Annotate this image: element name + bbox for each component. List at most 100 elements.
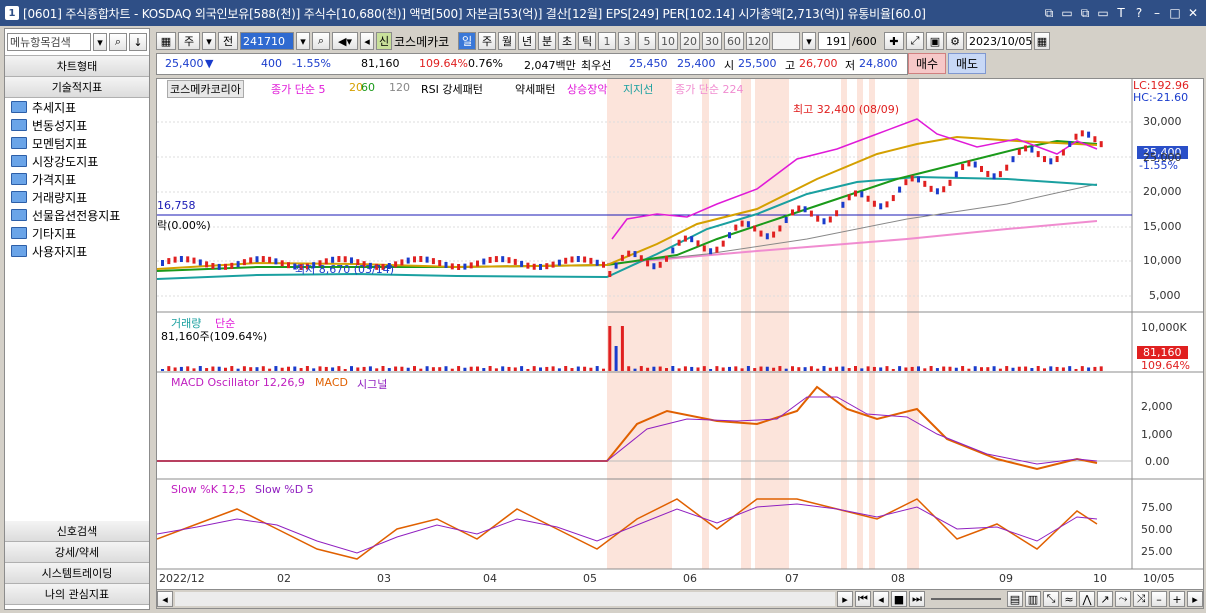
volume-bar [293, 366, 297, 371]
settings-gear-icon[interactable]: ⚙ [946, 32, 964, 50]
zoom-in-icon[interactable]: + [1169, 591, 1185, 607]
close-button[interactable]: ✕ [1184, 4, 1202, 22]
volume-bar [444, 366, 448, 371]
interval-60-button[interactable]: 60 [724, 32, 744, 50]
sidebar-item-4[interactable]: 가격지표 [5, 170, 149, 188]
my-indicators-button[interactable]: 나의 관심지표 [5, 584, 149, 605]
restore-icon[interactable]: ⧉ [1040, 4, 1058, 22]
signal-search-button[interactable]: 신호검색 [5, 521, 149, 542]
first-icon[interactable]: ⏮ [855, 591, 871, 607]
volume-bar [438, 367, 442, 371]
interval-30-button[interactable]: 30 [702, 32, 722, 50]
bull-bear-button[interactable]: 강세/약세 [5, 542, 149, 563]
sell-button[interactable]: 매도 [948, 53, 986, 74]
zoom-slider[interactable] [931, 598, 1001, 600]
stock-code-input[interactable]: 241710 [240, 32, 294, 50]
stock-prev-icon[interactable]: ◂ [360, 32, 374, 50]
scroll-right-icon[interactable]: ▸ [837, 591, 853, 607]
sidebar-item-6[interactable]: 선물옵션전용지표 [5, 206, 149, 224]
play-back-icon[interactable]: ◂ [873, 591, 889, 607]
sidebar-item-1[interactable]: 변동성지표 [5, 116, 149, 134]
chart-type-header[interactable]: 차트형태 [5, 56, 149, 77]
window-icon[interactable]: ▭ [1058, 4, 1076, 22]
turnover-rate: 0.76% [468, 57, 503, 70]
volume-bar [406, 367, 410, 371]
all-button[interactable]: 전 [218, 32, 238, 50]
menu-search-input[interactable]: 메뉴항목검색 [7, 33, 91, 51]
search-dropdown-icon[interactable]: ▾ [93, 33, 107, 51]
tool-icon-4[interactable]: ≈ [1061, 591, 1077, 607]
tool-icon-1[interactable]: ▤ [1007, 591, 1023, 607]
search-icon[interactable]: ⌕ [109, 33, 127, 51]
market-type-select[interactable]: 주 [178, 32, 200, 50]
custom-interval-input[interactable] [772, 32, 800, 50]
cascade-icon[interactable]: ⧉ [1076, 4, 1094, 22]
minimize-button[interactable]: – [1148, 4, 1166, 22]
tool-icon-5[interactable]: ⋀ [1079, 591, 1095, 607]
tool-icon-8[interactable]: ⤨ [1133, 591, 1149, 607]
interval-10-button[interactable]: 10 [658, 32, 678, 50]
market-type-dropdown-icon[interactable]: ▾ [202, 32, 216, 50]
interval-20-button[interactable]: 20 [680, 32, 700, 50]
period-second-button[interactable]: 초 [558, 32, 576, 50]
custom-interval-dropdown-icon[interactable]: ▾ [802, 32, 816, 50]
volume-bar [513, 367, 517, 371]
tool-icon-7[interactable]: ⤳ [1115, 591, 1131, 607]
sidebar-item-5[interactable]: 거래량지표 [5, 188, 149, 206]
crosshair-icon[interactable]: ✚ [884, 32, 904, 50]
tool-icon-3[interactable]: ⤡ [1043, 591, 1059, 607]
interval-5-button[interactable]: 5 [638, 32, 656, 50]
display-count-input[interactable]: 191 [818, 32, 850, 50]
new-button[interactable]: 신 [376, 32, 392, 50]
sidebar-item-0[interactable]: 추세지표 [5, 98, 149, 116]
maximize-button[interactable]: □ [1166, 4, 1184, 22]
chart-canvas[interactable] [157, 79, 1203, 595]
volume-bar [759, 366, 763, 371]
date-input[interactable]: 2023/10/05 [966, 32, 1032, 50]
volume-bar [917, 366, 920, 371]
volume-bar [847, 368, 851, 371]
frame-icon[interactable]: ▭ [1094, 4, 1112, 22]
sidebar-item-7[interactable]: 기타지표 [5, 224, 149, 242]
sidebar-item-8[interactable]: 사용자지표 [5, 242, 149, 260]
candle [551, 261, 555, 268]
interval-1-button[interactable]: 1 [598, 32, 616, 50]
stock-code-dropdown-icon[interactable]: ▾ [296, 32, 310, 50]
candle [872, 200, 876, 207]
help-icon[interactable]: ? [1130, 4, 1148, 22]
download-icon[interactable]: ↓ [129, 33, 147, 51]
chart-scrollbar[interactable]: ◂ ▸ ⏮ ◂ ■ ⏭ ▤ ▥ ⤡ ≈ ⋀ ↗ ⤳ ⤨ – + ▸ [156, 589, 1204, 609]
system-trading-button[interactable]: 시스템트레이딩 [5, 563, 149, 584]
last-icon[interactable]: ⏭ [909, 591, 925, 607]
period-year-button[interactable]: 년 [518, 32, 536, 50]
chart-area[interactable]: 코스메카코리아 종가 단순 5 20 60 120 RSI 강세패턴 약세패턴 상승장악 지지… [156, 78, 1204, 596]
interval-120-button[interactable]: 120 [746, 32, 770, 50]
tool-icon-6[interactable]: ↗ [1097, 591, 1113, 607]
tool-icon-2[interactable]: ▥ [1025, 591, 1041, 607]
volume-bar [809, 366, 813, 371]
stop-icon[interactable]: ■ [891, 591, 907, 607]
period-month-button[interactable]: 월 [498, 32, 516, 50]
period-tick-button[interactable]: 틱 [578, 32, 596, 50]
period-week-button[interactable]: 주 [478, 32, 496, 50]
interval-3-button[interactable]: 3 [618, 32, 636, 50]
sidebar-item-2[interactable]: 모멘텀지표 [5, 134, 149, 152]
save-icon[interactable]: ▣ [926, 32, 944, 50]
buy-button[interactable]: 매수 [908, 53, 946, 74]
chart-list-icon[interactable]: ▦ [156, 32, 176, 50]
volume-bar [746, 366, 750, 371]
candle [255, 256, 259, 263]
zoom-out-icon[interactable]: – [1151, 591, 1167, 607]
next-icon[interactable]: ▸ [1187, 591, 1203, 607]
scroll-left-icon[interactable]: ◂ [157, 591, 173, 607]
draw-tool-icon[interactable]: ⤢ [906, 32, 924, 50]
calendar-icon[interactable]: ▦ [1034, 32, 1050, 50]
code-search-icon[interactable]: ⌕ [312, 32, 330, 50]
tech-indicator-header[interactable]: 기술적지표 [5, 77, 149, 98]
period-minute-button[interactable]: 분 [538, 32, 556, 50]
pin-icon[interactable]: T [1112, 4, 1130, 22]
sidebar-item-3[interactable]: 시장강도지표 [5, 152, 149, 170]
speaker-icon[interactable]: ◀▾ [332, 32, 358, 50]
period-day-button[interactable]: 일 [458, 32, 476, 50]
scroll-track[interactable] [175, 592, 835, 606]
